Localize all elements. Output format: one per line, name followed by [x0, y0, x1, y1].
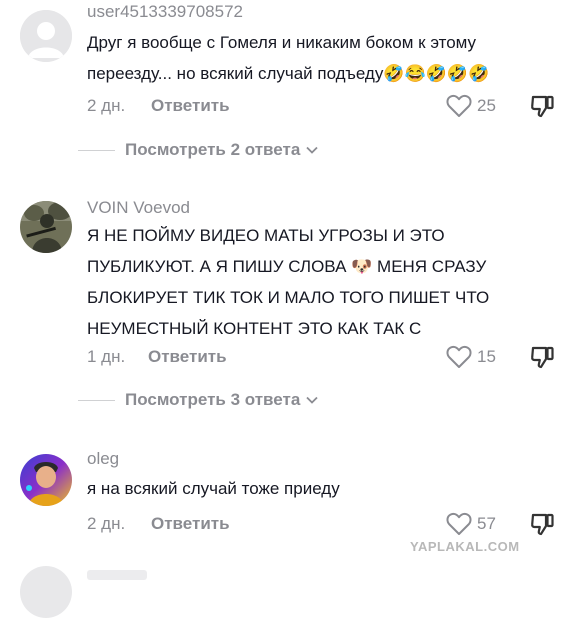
thumbs-down-icon[interactable] [530, 93, 556, 119]
comment-item: user4513339708572 Друг я вообще с Гомеля… [0, 0, 572, 170]
heart-outline-icon[interactable] [446, 345, 472, 369]
avatar[interactable] [20, 201, 72, 253]
view-replies-button[interactable]: Посмотреть 2 ответа [78, 140, 318, 160]
thumbs-down-icon[interactable] [530, 344, 556, 370]
view-replies-label: Посмотреть 2 ответа [125, 140, 301, 159]
reply-button[interactable]: Ответить [151, 96, 230, 116]
avatar[interactable] [20, 454, 72, 506]
comment-text: Я НЕ ПОЙМУ ВИДЕО МАТЫ УГРОЗЫ И ЭТО ПУБЛИ… [87, 226, 490, 338]
like-count: 15 [477, 347, 496, 366]
watermark: YAPLAKAL.COM [410, 539, 520, 554]
view-replies-button[interactable]: Посмотреть 3 ответа [78, 390, 318, 410]
colorful-person-avatar-icon [20, 454, 72, 506]
view-replies-label: Посмотреть 3 ответа [125, 390, 301, 409]
avatar[interactable] [20, 10, 72, 62]
comment-text: я на всякий случай тоже приеду [87, 479, 340, 498]
divider-line [78, 399, 115, 401]
comment-username[interactable]: VOIN Voevod [87, 198, 190, 218]
heart-outline-icon[interactable] [446, 512, 472, 536]
chevron-down-icon [306, 396, 318, 404]
soldier-photo-avatar-icon [20, 201, 72, 253]
like-count: 25 [477, 96, 496, 115]
comment-timestamp: 1 дн. [87, 347, 126, 366]
like-count: 57 [477, 514, 496, 533]
reply-button[interactable]: Ответить [148, 347, 227, 367]
divider-line [78, 149, 115, 151]
comment-timestamp: 2 дн. [87, 96, 126, 115]
comment-timestamp: 2 дн. [87, 514, 126, 533]
chevron-down-icon [306, 146, 318, 154]
comment-item: VOIN Voevod Я НЕ ПОЙМУ ВИДЕО МАТЫ УГРОЗЫ… [0, 190, 572, 430]
comment-username[interactable]: oleg [87, 449, 119, 469]
comment-username[interactable]: user4513339708572 [87, 2, 243, 22]
avatar[interactable] [20, 566, 72, 618]
comment-text: Друг я вообще с Гомеля и никаким боком к… [87, 33, 490, 83]
heart-outline-icon[interactable] [446, 94, 472, 118]
comment-item: oleg я на всякий случай тоже приеду 2 дн… [0, 440, 572, 550]
thumbs-down-icon[interactable] [530, 511, 556, 537]
comment-username-partial [87, 570, 147, 580]
reply-button[interactable]: Ответить [151, 514, 230, 534]
default-avatar-icon [20, 10, 72, 62]
